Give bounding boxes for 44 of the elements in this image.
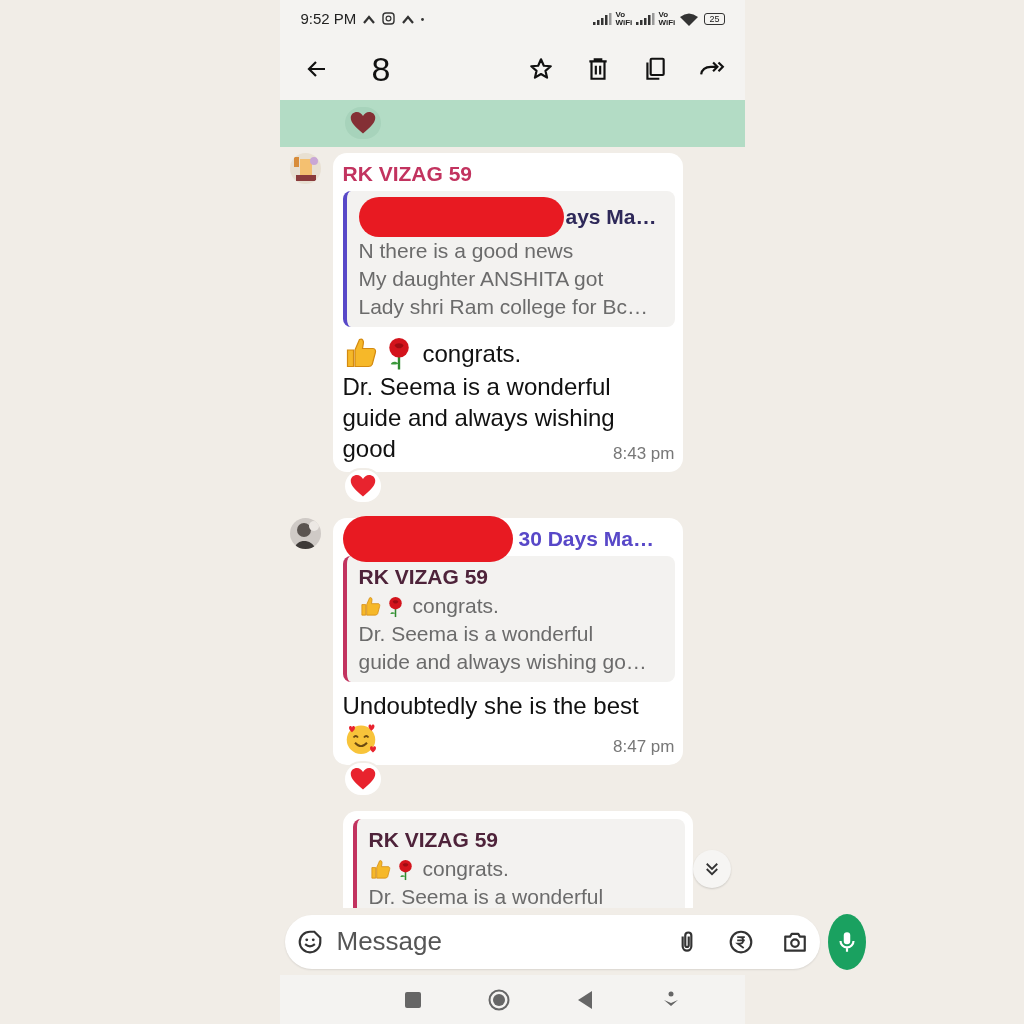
voice-message-button[interactable]: [827, 913, 866, 970]
wifi-icon: [679, 12, 700, 26]
camera-app-icon: [382, 11, 396, 27]
quote-author: RK VIZAG 59: [358, 564, 489, 590]
quote-author: RK VIZAG 59: [368, 827, 499, 853]
quote-text: Dr. Seema is a wonderful: [358, 621, 594, 647]
message-time: 8:43 pm: [613, 444, 675, 464]
message-bubble[interactable]: RK VIZAG 59 ays Ma… N there is a good news My daughter ANSHITA got Lady shri Ram college for Bc… congrats. Dr. Seema is a wonderful guide and always wishing good 8:43 pm: [332, 153, 683, 472]
message-bubble[interactable]: 30 Days Ma… RK VIZAG 59 congrats. Dr. Seema is a wonderful guide and always wishing go… Undoubtedly she is the best 8:47 pm: [332, 518, 683, 765]
vowifi-label: Vo WiFi: [615, 11, 634, 27]
message-text: congrats.: [422, 338, 522, 369]
message-time: 8:47 pm: [613, 737, 675, 757]
message-text: guide and always wishing: [342, 403, 615, 433]
signal-icon: [593, 13, 614, 25]
quote-text: congrats.: [412, 593, 499, 619]
star-icon: [527, 56, 554, 82]
quoted-message[interactable]: ays Ma… N there is a good news My daughter ANSHITA got Lady shri Ram college for Bc…: [342, 191, 675, 327]
rupee-icon[interactable]: [727, 928, 754, 955]
sender-name: RK VIZAG 59: [342, 161, 473, 187]
quoted-message[interactable]: RK VIZAG 59 congrats. Dr. Seema is a wonderful guide and always wishing go…: [342, 556, 675, 682]
message-text: Undoubtedly she is the best: [342, 691, 639, 721]
dot-icon: [421, 17, 425, 21]
scroll-down-button[interactable]: [692, 850, 731, 888]
quote-text: Dr. Seema is a wonderful: [368, 884, 604, 908]
quote-text: congrats.: [422, 856, 509, 882]
thumbs-up-icon: [368, 857, 392, 881]
thumbs-up-icon: [358, 594, 382, 618]
quote-text: guide and always wishing go…: [358, 649, 647, 675]
message-field[interactable]: Message: [284, 914, 820, 969]
quote-author: ays Ma…: [565, 204, 657, 230]
sender-name: 30 Days Ma…: [518, 526, 654, 552]
sticker-icon[interactable]: [296, 928, 323, 955]
circle-icon: [486, 987, 511, 1012]
vowifi-label: Vo WiFi: [658, 11, 677, 27]
quote-text: Lady shri Ram college for Bc…: [358, 294, 648, 320]
battery-indicator: 25: [704, 13, 725, 25]
selected-count: 8: [371, 48, 391, 90]
quote-text: N there is a good news: [358, 238, 574, 264]
message-text: Dr. Seema is a wonderful: [342, 372, 611, 402]
status-time: 9:52 PM: [300, 8, 357, 29]
signal-icon: [636, 13, 657, 25]
message-text: good: [342, 434, 396, 464]
home-button[interactable]: [486, 987, 511, 1012]
quote-text: My daughter ANSHITA got: [358, 266, 604, 292]
